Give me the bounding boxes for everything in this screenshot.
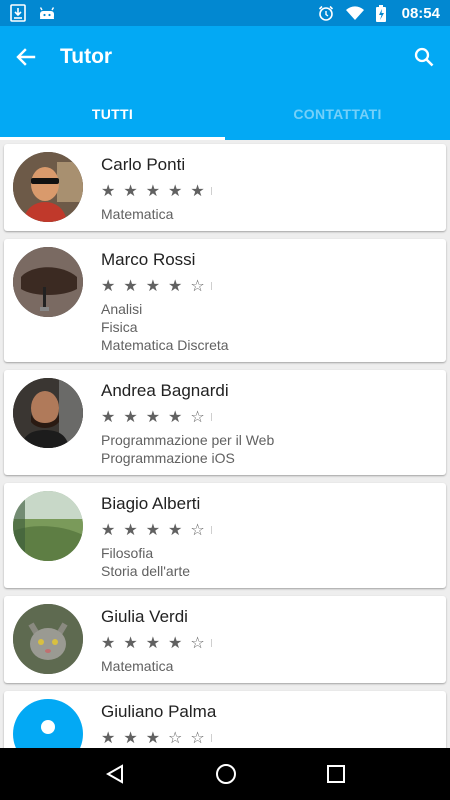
rating-divider — [210, 734, 212, 742]
avatar — [13, 604, 83, 674]
rating-divider — [210, 282, 212, 290]
rating-stars: ★ ★ ★ ★ ☆ — [101, 276, 437, 296]
tutor-subject: Matematica — [101, 206, 174, 222]
rating-stars: ★ ★ ★ ☆ ☆ — [101, 728, 437, 748]
star-filled-icon: ★ — [101, 183, 116, 200]
star-filled-icon: ★ — [145, 278, 161, 295]
tutor-name: Giulia Verdi — [101, 607, 188, 626]
tutor-info: Andrea Bagnardi ★ ★ ★ ★ ☆ Programmazione per i… — [101, 378, 437, 467]
alarm-icon — [318, 5, 334, 21]
download-icon — [10, 4, 26, 22]
home-circle-icon[interactable] — [215, 763, 237, 785]
tutor-card[interactable]: Marco Rossi ★ ★ ★ ★ ☆ Analisi Fisica Matematica … — [4, 239, 446, 362]
android-icon — [38, 5, 56, 21]
star-filled-icon: ★ — [145, 730, 161, 747]
status-time: 08:54 — [401, 4, 440, 22]
star-filled-icon: ★ — [101, 730, 116, 747]
tutor-subject: Storia dell'arte — [101, 563, 191, 579]
nav-bar — [0, 748, 450, 800]
tutor-subject: Analisi — [101, 301, 143, 317]
tutor-info: Giuliano Palma ★ ★ ★ ☆ ☆ — [101, 699, 437, 748]
tutor-subject: Programmazione iOS — [101, 450, 235, 466]
rating-divider — [210, 526, 212, 534]
star-filled-icon: ★ — [123, 730, 138, 747]
star-filled-icon: ★ — [145, 635, 161, 652]
tutor-card[interactable]: Giuliano Palma ★ ★ ★ ☆ ☆ — [4, 691, 446, 748]
star-empty-icon: ☆ — [190, 522, 205, 539]
tutor-info: Marco Rossi ★ ★ ★ ★ ☆ Analisi Fisica Matematica … — [101, 247, 437, 354]
star-filled-icon: ★ — [145, 522, 161, 539]
wifi-icon — [345, 6, 364, 20]
star-empty-icon: ☆ — [190, 278, 205, 295]
tutor-info: Giulia Verdi ★ ★ ★ ★ ☆ Matematica — [101, 604, 437, 675]
rating-divider — [210, 413, 212, 421]
tab-contattati[interactable]: CONTATTATI — [225, 88, 450, 140]
avatar — [13, 247, 83, 317]
tab-bar: TUTTI CONTATTATI — [0, 88, 450, 140]
rating-stars: ★ ★ ★ ★ ☆ — [101, 633, 437, 653]
default-avatar — [13, 699, 83, 748]
tutor-subject: Programmazione per il Web — [101, 432, 275, 448]
avatar — [13, 491, 83, 561]
star-filled-icon: ★ — [123, 635, 138, 652]
star-filled-icon: ★ — [168, 635, 183, 652]
avatar — [13, 378, 83, 448]
tutor-info: Carlo Ponti ★ ★ ★ ★ ★ Matematica — [101, 152, 437, 223]
avatar — [13, 152, 83, 222]
back-triangle-icon[interactable] — [105, 764, 125, 784]
search-icon[interactable] — [414, 47, 434, 67]
tutor-subject: Matematica — [101, 658, 174, 674]
tutor-subject: Filosofia — [101, 545, 154, 561]
rating-divider — [210, 639, 212, 647]
star-filled-icon: ★ — [101, 522, 116, 539]
star-filled-icon: ★ — [168, 409, 183, 426]
star-filled-icon: ★ — [123, 183, 138, 200]
star-empty-icon: ☆ — [168, 730, 183, 747]
tutor-list[interactable]: Carlo Ponti ★ ★ ★ ★ ★ Matematica Marco Rossi ★ ★ ★… — [0, 140, 450, 748]
star-filled-icon: ★ — [101, 278, 116, 295]
star-filled-icon: ★ — [145, 183, 161, 200]
star-filled-icon: ★ — [190, 183, 205, 200]
star-filled-icon: ★ — [101, 635, 116, 652]
tutor-subject: Fisica — [101, 319, 138, 335]
tutor-name: Giuliano Palma — [101, 702, 217, 721]
tutor-name: Carlo Ponti — [101, 155, 186, 174]
star-filled-icon: ★ — [123, 522, 138, 539]
arrow-back-icon[interactable] — [16, 47, 36, 67]
rating-stars: ★ ★ ★ ★ ☆ — [101, 407, 437, 427]
tutor-card[interactable]: Giulia Verdi ★ ★ ★ ★ ☆ Matematica — [4, 596, 446, 683]
recents-square-icon[interactable] — [327, 765, 345, 783]
tutor-card[interactable]: Andrea Bagnardi ★ ★ ★ ★ ☆ Programmazione per i… — [4, 370, 446, 475]
tutor-name: Marco Rossi — [101, 250, 196, 269]
rating-stars: ★ ★ ★ ★ ☆ — [101, 520, 437, 540]
page-title: Tutor — [60, 45, 113, 68]
star-empty-icon: ☆ — [190, 730, 205, 747]
rating-divider — [210, 187, 212, 195]
tutor-name: Andrea Bagnardi — [101, 381, 229, 400]
battery-charging-icon — [375, 4, 386, 22]
star-filled-icon: ★ — [123, 409, 138, 426]
star-empty-icon: ☆ — [190, 409, 205, 426]
tutor-card[interactable]: Carlo Ponti ★ ★ ★ ★ ★ Matematica — [4, 144, 446, 231]
star-filled-icon: ★ — [123, 278, 138, 295]
tutor-subject: Matematica Discreta — [101, 337, 229, 353]
rating-stars: ★ ★ ★ ★ ★ — [101, 181, 437, 201]
tutor-info: Biagio Alberti ★ ★ ★ ★ ☆ Filosofia Storia dell'… — [101, 491, 437, 580]
app-bar: Tutor — [0, 26, 450, 88]
star-filled-icon: ★ — [101, 409, 116, 426]
status-bar: 08:54 — [0, 0, 450, 26]
tutor-card[interactable]: Biagio Alberti ★ ★ ★ ★ ☆ Filosofia Storia dell'… — [4, 483, 446, 588]
star-filled-icon: ★ — [145, 409, 161, 426]
star-filled-icon: ★ — [168, 522, 183, 539]
tutor-name: Biagio Alberti — [101, 494, 201, 513]
star-filled-icon: ★ — [168, 183, 183, 200]
star-filled-icon: ★ — [168, 278, 183, 295]
star-empty-icon: ☆ — [190, 635, 205, 652]
tab-tutti[interactable]: TUTTI — [0, 88, 225, 140]
